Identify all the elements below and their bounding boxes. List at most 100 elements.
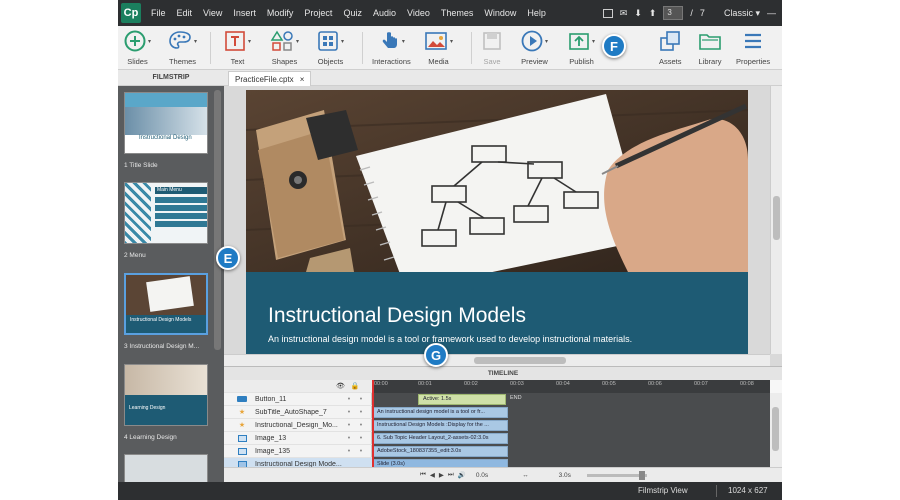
library-button[interactable]: Library [698, 28, 722, 66]
timeline-header[interactable]: TIMELINE [224, 366, 782, 380]
timeline-layer-row[interactable]: Image_13 • • [224, 432, 372, 445]
menu-video[interactable]: Video [407, 8, 430, 18]
timeline-bar[interactable]: 6. Sub Topic Header Layout_2-assets-02:3… [372, 433, 508, 444]
media-button[interactable]: ▾ Media [424, 28, 453, 66]
rewind-icon[interactable]: ⏮ [420, 471, 426, 479]
themes-button[interactable]: ▾ Themes [168, 28, 197, 66]
zoom-slider-handle[interactable] [638, 470, 645, 480]
lock-icon[interactable]: 🔒 [351, 382, 360, 390]
timeline-track-area[interactable]: 00:00 00:01 00:02 00:03 00:04 00:05 00:0… [372, 380, 770, 480]
timeline-bar[interactable]: An instructional design model is a tool … [372, 407, 508, 418]
timeline-bar[interactable]: Instructional Design Models :Display for… [372, 420, 508, 431]
mail-icon[interactable]: ✉ [620, 8, 628, 19]
slide-title[interactable]: Instructional Design Models [268, 304, 526, 328]
minimize-icon[interactable]: — [767, 8, 776, 18]
document-tab-label: PracticeFile.cptx [235, 74, 294, 84]
menu-audio[interactable]: Audio [373, 8, 396, 18]
text-button[interactable]: ▾ Text [224, 28, 251, 66]
lock-dot[interactable]: • [355, 422, 367, 429]
eye-icon[interactable]: 👁 [336, 382, 345, 390]
fit-icon[interactable]: ↔ [522, 472, 529, 479]
shapes-icon [270, 30, 293, 51]
lock-dot[interactable]: • [355, 396, 367, 403]
properties-label: Properties [736, 57, 771, 66]
timeline-layer-row[interactable]: ★ Instructional_Design_Mo... • • [224, 419, 372, 432]
lock-dot[interactable]: • [355, 409, 367, 416]
document-tab[interactable]: PracticeFile.cptx × [228, 71, 312, 86]
menu-help[interactable]: Help [527, 8, 546, 18]
text-label: Text [230, 57, 245, 66]
filmstrip-scrollbar[interactable] [214, 90, 221, 350]
stage-area: Instructional Design Models An instructi… [224, 86, 782, 366]
filmstrip-slide-3[interactable]: Instructional Design Models 3 Instructio… [124, 273, 210, 350]
assets-button[interactable]: Assets [659, 28, 682, 66]
filmstrip-slide-2[interactable]: Main Menu 2 Menu [124, 182, 210, 259]
arrow-down-icon[interactable]: ⬇ [634, 8, 642, 19]
slide-canvas[interactable]: Instructional Design Models An instructi… [246, 90, 748, 354]
visibility-dot[interactable]: • [343, 396, 355, 403]
visibility-dot[interactable]: • [343, 422, 355, 429]
timeline-bar[interactable]: Active: 1.5s [418, 394, 506, 405]
close-icon[interactable]: × [300, 75, 305, 84]
caret-icon: ▾ [194, 38, 198, 45]
ruler-tick: 00:04 [556, 381, 570, 387]
publish-button[interactable]: ▾ Publish [568, 28, 595, 66]
caret-icon: ▾ [248, 38, 252, 45]
save-label: Save [483, 57, 501, 66]
visibility-dot[interactable]: • [343, 448, 355, 455]
monitor-icon[interactable] [602, 8, 613, 18]
back-icon[interactable]: ◀ [430, 471, 435, 479]
menu-quiz[interactable]: Quiz [343, 8, 362, 18]
timeline-layer-header: 👁 🔒 [224, 380, 372, 393]
timeline-layer-row[interactable]: Image_135 • • [224, 445, 372, 458]
lock-dot[interactable]: • [355, 435, 367, 442]
filmstrip-slide-1[interactable]: Instructional Design 1 Title Slide [124, 92, 210, 169]
shapes-button[interactable]: ▾ Shapes [270, 28, 299, 66]
callout-e: E [216, 246, 240, 270]
menu-window[interactable]: Window [484, 8, 516, 18]
stage-vertical-scrollbar[interactable] [770, 86, 782, 354]
play-icon[interactable]: ▶ [439, 471, 444, 479]
stage-horizontal-scrollbar[interactable] [224, 354, 770, 366]
thumb-title: Main Menu [155, 187, 207, 194]
playhead[interactable] [372, 380, 374, 480]
menu-project[interactable]: Project [304, 8, 332, 18]
scroll-thumb[interactable] [772, 407, 779, 451]
properties-button[interactable]: Properties [736, 28, 770, 66]
menu-view[interactable]: View [203, 8, 222, 18]
arrow-up-icon[interactable]: ⬆ [649, 8, 657, 19]
menu-edit[interactable]: Edit [177, 8, 193, 18]
timeline-layer-row[interactable]: Button_11 • • [224, 393, 372, 406]
slide-subtitle[interactable]: An instructional design model is a tool … [268, 334, 632, 344]
forward-icon[interactable]: ⏭ [448, 471, 454, 479]
palette-icon [169, 31, 191, 49]
visibility-dot[interactable]: • [343, 409, 355, 416]
timeline-bar[interactable]: AdobeStock_180837355_edit:3.0s [372, 446, 508, 457]
interactions-button[interactable]: ▾ Interactions [372, 28, 411, 66]
lock-dot[interactable]: • [355, 448, 367, 455]
total-pages: 7 [699, 8, 705, 18]
menu-themes[interactable]: Themes [441, 8, 474, 18]
workspace-selector[interactable]: Classic ▾ [724, 8, 760, 19]
save-button[interactable]: Save [482, 28, 502, 66]
slides-button[interactable]: ▾ Slides [124, 28, 151, 66]
menu-insert[interactable]: Insert [233, 8, 256, 18]
visibility-dot[interactable]: • [343, 435, 355, 442]
chevron-down-icon: ▾ [755, 7, 760, 18]
folder-icon [699, 34, 721, 50]
menu-modify[interactable]: Modify [267, 8, 294, 18]
filmstrip-slide-4[interactable]: Learning Design 4 Learning Design [124, 364, 210, 441]
timeline-layer-row[interactable]: ★ SubTitle_AutoShape_7 • • [224, 406, 372, 419]
ruler-tick: 00:05 [602, 381, 616, 387]
zoom-slider[interactable] [586, 470, 647, 480]
menu-file[interactable]: File [151, 8, 166, 18]
hand-pointer-icon [382, 32, 397, 48]
scroll-thumb[interactable] [773, 196, 780, 240]
current-page-input[interactable]: 3 [663, 6, 684, 20]
audio-icon[interactable]: 🔊 [458, 471, 466, 479]
objects-button[interactable]: ▾ Objects [317, 28, 344, 66]
preview-button[interactable]: ▾ Preview [521, 28, 548, 66]
scroll-thumb[interactable] [474, 357, 566, 364]
slide-caption: 4 Learning Design [124, 434, 177, 441]
timeline-ruler[interactable]: 00:00 00:01 00:02 00:03 00:04 00:05 00:0… [372, 380, 770, 393]
